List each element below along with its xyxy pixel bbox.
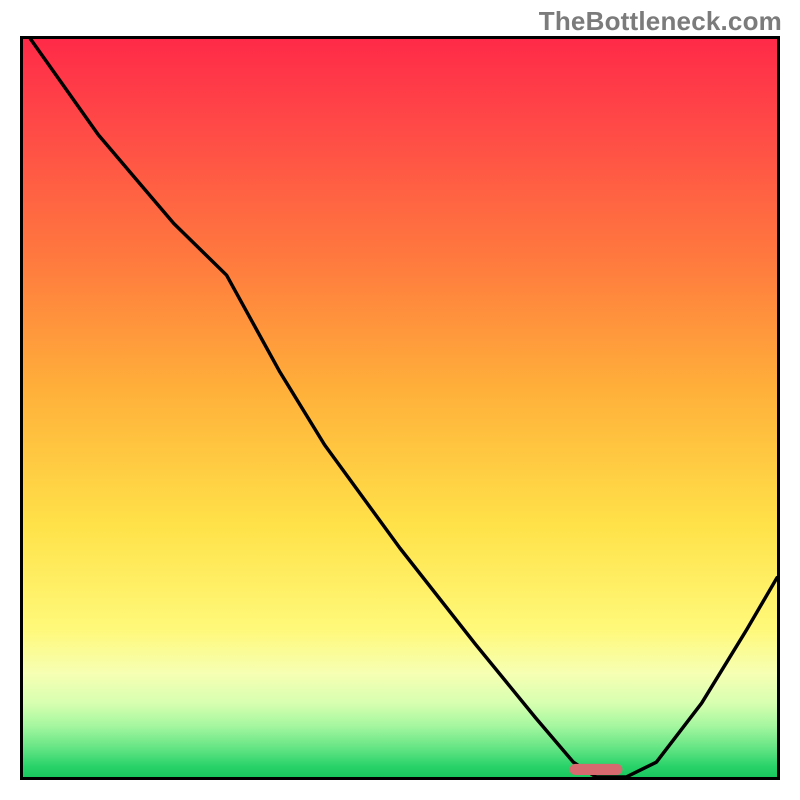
minimum-marker xyxy=(570,764,623,775)
watermark-text: TheBottleneck.com xyxy=(539,6,782,37)
chart-svg-layer xyxy=(23,39,777,777)
chart-frame xyxy=(20,36,780,780)
bottleneck-curve xyxy=(31,39,777,777)
